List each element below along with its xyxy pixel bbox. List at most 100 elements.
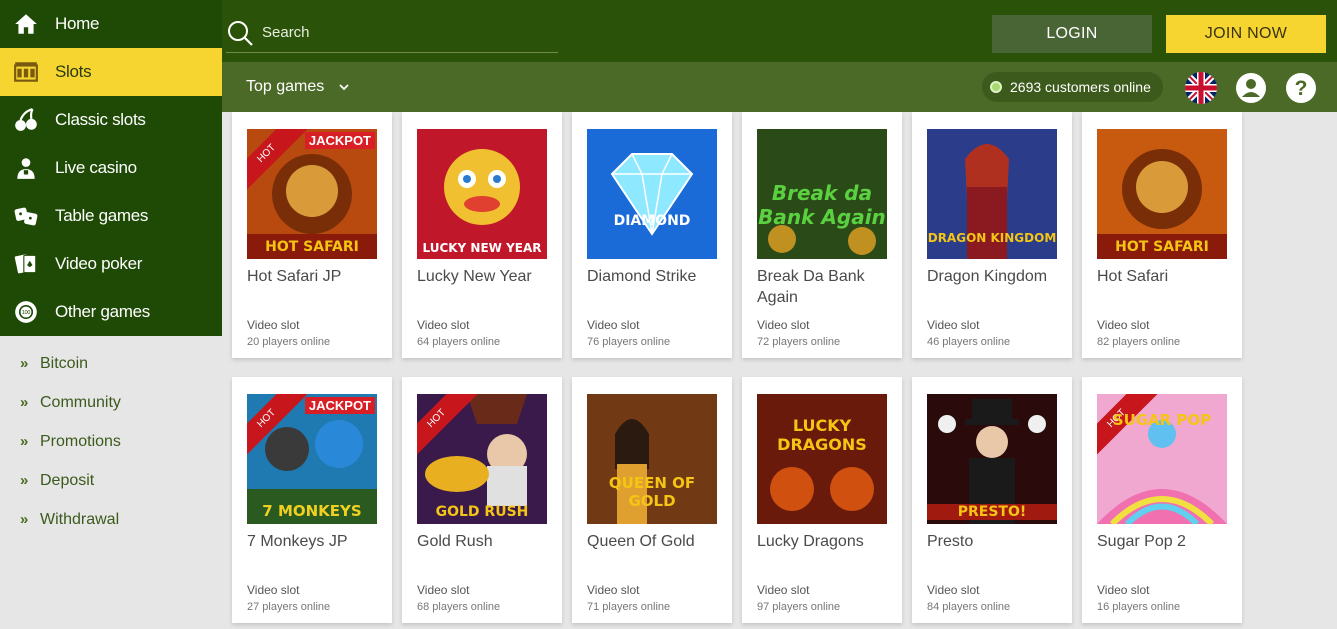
- double-chevron-icon: »: [20, 433, 29, 450]
- nav-label: Table games: [55, 206, 149, 225]
- filter-bar: Top games 2693 customers online ?: [222, 62, 1337, 112]
- players-online: 27 players online: [247, 601, 331, 613]
- game-card[interactable]: PRESTO! Presto Video slot 84 players onl…: [912, 377, 1072, 623]
- nav-item-table-games[interactable]: Table games: [0, 192, 222, 240]
- players-online: 20 players online: [247, 336, 331, 348]
- game-title: Sugar Pop 2: [1097, 533, 1186, 550]
- sub-item-promotions[interactable]: » Promotions: [0, 422, 222, 461]
- game-type: Video slot: [417, 318, 470, 332]
- chevron-down-icon: [339, 84, 349, 91]
- sub-item-withdrawal[interactable]: » Withdrawal: [0, 500, 222, 539]
- nav-label: Other games: [55, 302, 150, 321]
- game-logo-text: HOT SAFARI: [1115, 239, 1209, 255]
- nav-item-live-casino[interactable]: Live casino: [0, 144, 222, 192]
- nav-item-other-games[interactable]: 100 Other games: [0, 288, 222, 336]
- game-type: Video slot: [757, 583, 810, 597]
- sub-label: Community: [40, 393, 121, 411]
- players-online: 82 players online: [1097, 336, 1181, 348]
- nav-item-classic-slots[interactable]: Classic slots: [0, 96, 222, 144]
- game-logo-text: SUGAR POP: [1112, 411, 1212, 429]
- game-type: Video slot: [927, 318, 980, 332]
- sub-label: Deposit: [40, 471, 95, 489]
- game-thumbnail: HOT SAFARI: [1097, 129, 1227, 259]
- game-card[interactable]: DIAMOND Diamond Strike Video slot 76 pla…: [572, 112, 732, 358]
- double-chevron-icon: »: [20, 511, 29, 528]
- game-logo-text: 7 MONKEYS: [262, 502, 362, 520]
- game-title: Dragon Kingdom: [927, 268, 1048, 285]
- game-thumbnail: LUCKY DRAGONS: [757, 394, 887, 524]
- search-box[interactable]: [226, 13, 558, 53]
- game-card[interactable]: Break da Bank Again Break Da Bank Again …: [742, 112, 902, 358]
- sub-item-community[interactable]: » Community: [0, 383, 222, 422]
- game-thumbnail: QUEEN OF GOLD: [587, 394, 717, 524]
- svg-text:?: ?: [1295, 77, 1308, 100]
- sub-item-bitcoin[interactable]: » Bitcoin: [0, 344, 222, 383]
- nav-label: Video poker: [55, 254, 143, 273]
- dealer-icon: [12, 154, 40, 182]
- game-title: 7 Monkeys JP: [247, 533, 348, 550]
- players-online: 16 players online: [1097, 601, 1181, 613]
- game-title: Hot Safari JP: [247, 268, 342, 285]
- nav-item-slots[interactable]: Slots: [0, 48, 222, 96]
- game-card[interactable]: HOT SAFARI Hot Safari Video slot 82 play…: [1082, 112, 1242, 358]
- game-thumbnail: PRESTO!: [927, 394, 1057, 524]
- home-icon: [12, 10, 40, 38]
- players-online: 71 players online: [587, 601, 671, 613]
- online-counter: 2693 customers online: [982, 72, 1163, 102]
- game-card[interactable]: HOT SUGAR POP Sugar Pop 2 Video slot 16 …: [1082, 377, 1242, 623]
- help-icon[interactable]: ?: [1285, 72, 1317, 104]
- sub-item-deposit[interactable]: » Deposit: [0, 461, 222, 500]
- game-thumbnail: Break da Bank Again: [757, 129, 887, 259]
- game-type: Video slot: [587, 583, 640, 597]
- secondary-nav: » Bitcoin » Community » Promotions » Deposit…: [0, 336, 222, 539]
- players-online: 97 players online: [757, 601, 841, 613]
- nav-label: Classic slots: [55, 110, 146, 129]
- game-card[interactable]: LUCKY NEW YEAR Lucky New Year Video slot…: [402, 112, 562, 358]
- top-games-dropdown[interactable]: Top games: [246, 62, 350, 112]
- players-online: 84 players online: [927, 601, 1011, 613]
- game-card[interactable]: JACKPOT HOT 7 MONKEYS 7 Monkeys JP Video…: [232, 377, 392, 623]
- sub-label: Withdrawal: [40, 510, 120, 528]
- game-card[interactable]: DRAGON KINGDOM Dragon Kingdom Video slot…: [912, 112, 1072, 358]
- game-title: Lucky New Year: [417, 268, 532, 285]
- jackpot-badge: JACKPOT: [304, 397, 375, 414]
- svg-text:100: 100: [22, 310, 30, 316]
- game-card[interactable]: QUEEN OF GOLD Queen Of Gold Video slot 7…: [572, 377, 732, 623]
- game-card[interactable]: JACKPOT HOT HOT SAFARI Hot Safari JP Vid…: [232, 112, 392, 358]
- sidebar: Home Slots Classic slots Live casino Tab…: [0, 0, 222, 629]
- nav-item-home[interactable]: Home: [0, 0, 222, 48]
- main-nav: Home Slots Classic slots Live casino Tab…: [0, 0, 222, 336]
- game-logo-text: DRAGON KINGDOM: [927, 231, 1057, 245]
- game-logo-text: HOT SAFARI: [265, 239, 359, 255]
- dice-icon: [12, 202, 40, 230]
- game-logo-text: LUCKY DRAGONS: [777, 416, 867, 454]
- double-chevron-icon: »: [20, 394, 29, 411]
- nav-item-video-poker[interactable]: Video poker: [0, 240, 222, 288]
- nav-label: Slots: [55, 62, 92, 81]
- players-online: 64 players online: [417, 336, 501, 348]
- players-online: 46 players online: [927, 336, 1011, 348]
- game-thumbnail: DIAMOND: [587, 129, 717, 259]
- game-thumbnail: JACKPOT HOT HOT SAFARI: [247, 129, 377, 259]
- game-card[interactable]: HOT GOLD RUSH Gold Rush Video slot 68 pl…: [402, 377, 562, 623]
- game-type: Video slot: [1097, 583, 1150, 597]
- uk-flag-icon[interactable]: [1185, 72, 1217, 104]
- game-title: Hot Safari: [1097, 268, 1169, 285]
- double-chevron-icon: »: [20, 472, 29, 489]
- join-now-button[interactable]: JOIN NOW: [1166, 15, 1326, 53]
- game-title: Lucky Dragons: [757, 533, 864, 550]
- game-title: Queen Of Gold: [587, 533, 695, 550]
- login-button[interactable]: LOGIN: [992, 15, 1152, 53]
- top-bar: LOGIN JOIN NOW: [222, 0, 1337, 62]
- game-thumbnail: DRAGON KINGDOM: [927, 129, 1057, 259]
- cherries-icon: [12, 106, 40, 134]
- online-status-dot: [990, 81, 1002, 93]
- user-account-icon[interactable]: [1235, 72, 1267, 104]
- slot-machine-icon: [12, 58, 40, 86]
- game-logo-text: DIAMOND: [613, 213, 691, 229]
- game-type: Video slot: [247, 583, 300, 597]
- game-card[interactable]: LUCKY DRAGONS Lucky Dragons Video slot 9…: [742, 377, 902, 623]
- search-input[interactable]: [262, 24, 542, 41]
- nav-label: Live casino: [55, 158, 137, 177]
- game-title: Presto: [927, 533, 974, 550]
